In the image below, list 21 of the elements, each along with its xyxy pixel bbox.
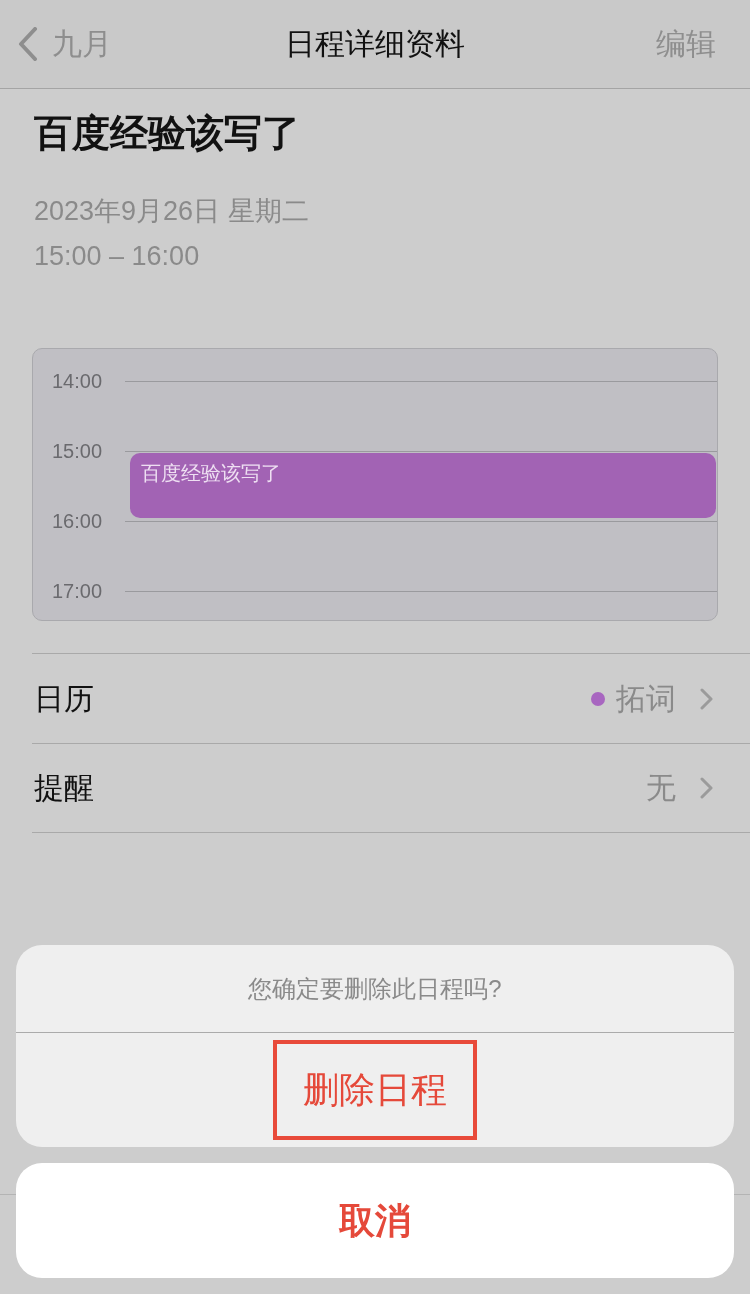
- edit-button[interactable]: 编辑: [656, 24, 716, 64]
- event-block-title: 百度经验该写了: [141, 462, 281, 484]
- hour-label: 14:00: [51, 369, 104, 394]
- event-title: 百度经验该写了: [34, 111, 301, 156]
- row-value[interactable]: 无: [646, 768, 676, 808]
- back-button[interactable]: 九月: [18, 24, 112, 64]
- chevron-right-icon: [700, 777, 713, 799]
- hour-label: 17:00: [51, 579, 104, 604]
- delete-schedule-button[interactable]: 删除日程: [273, 1040, 477, 1140]
- row-label: 日历: [34, 680, 94, 717]
- chevron-right-icon: [700, 687, 713, 710]
- hour-label: 15:00: [51, 439, 104, 464]
- row-label: 提醒: [34, 770, 94, 806]
- confirm-message: 您确定要删除此日程吗?: [248, 973, 502, 1004]
- hour-label: 16:00: [51, 509, 104, 534]
- chevron-left-icon: [18, 27, 38, 61]
- event-date: 2023年9月26日 星期二: [34, 195, 310, 228]
- nav-title: 日程详细资料: [285, 26, 465, 62]
- event-time: 15:00 – 16:00: [34, 240, 201, 273]
- row-value[interactable]: 拓词: [616, 678, 676, 719]
- cancel-button[interactable]: 取消: [16, 1163, 734, 1278]
